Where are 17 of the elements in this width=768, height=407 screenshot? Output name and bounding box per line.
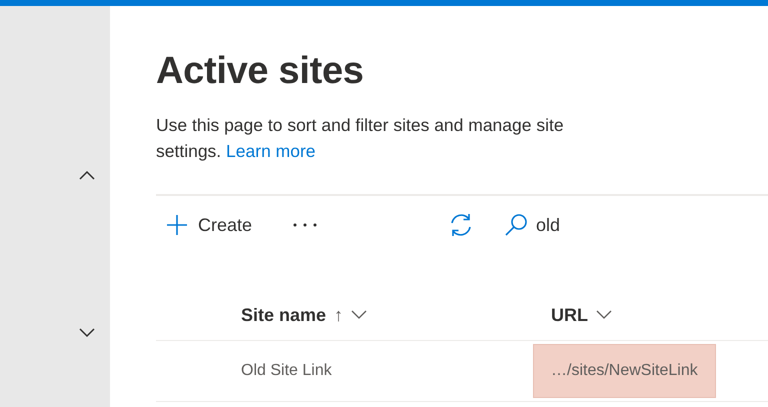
chevron-down-icon[interactable]: [79, 328, 95, 338]
site-name-cell: Old Site Link: [241, 362, 332, 379]
sort-arrow: ↑: [334, 304, 344, 326]
search-icon: [504, 213, 528, 237]
chevron-up-icon[interactable]: [79, 170, 95, 180]
url-cell: …/sites/NewSiteLink: [533, 344, 716, 398]
create-button[interactable]: Create: [162, 212, 256, 238]
chevron-down-icon: [351, 310, 368, 320]
plus-icon: [166, 214, 188, 236]
chevron-down-icon: [596, 310, 612, 320]
search-field[interactable]: old: [536, 212, 656, 238]
column-header[interactable]: URL: [551, 302, 612, 328]
page-description: Use this page to sort and filter sites and manage site settings. Learn more: [156, 114, 565, 163]
more-icon[interactable]: [292, 222, 318, 228]
learn-more-link[interactable]: Learn more: [226, 141, 316, 161]
column-header[interactable]: Site name ↑: [241, 302, 368, 328]
page-title: Active sites: [156, 49, 365, 94]
